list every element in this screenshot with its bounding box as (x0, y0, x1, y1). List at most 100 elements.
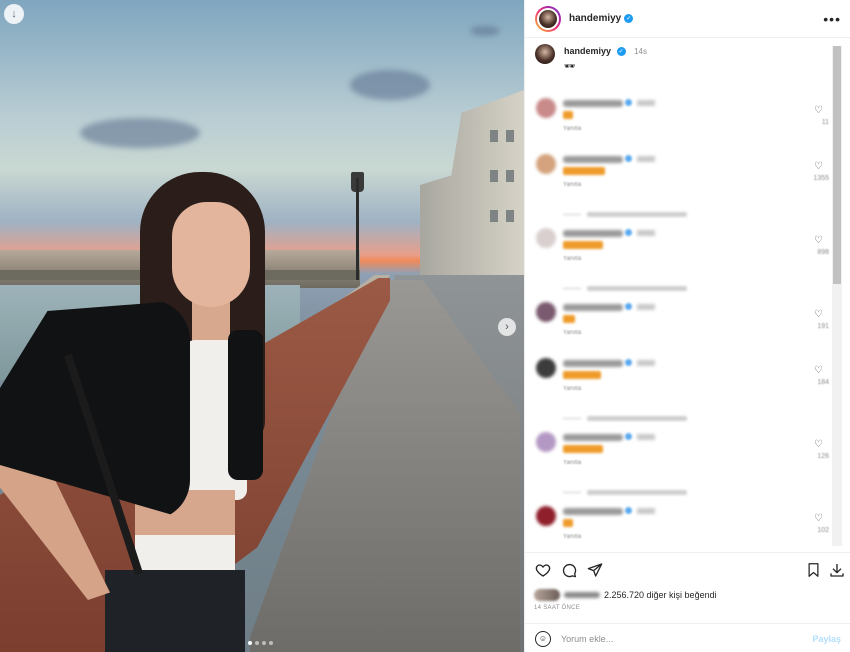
download-icon[interactable] (828, 561, 846, 579)
bookmark-icon[interactable] (804, 561, 822, 579)
caption: handemiyy ✓ 14s 🕶 (535, 44, 647, 73)
verified-badge-icon: ✓ (616, 47, 626, 57)
comment-likes: 1355 (813, 175, 829, 182)
cloud (470, 26, 500, 36)
comment-item: Yanıtla ♡ 126 (535, 430, 830, 480)
caption-text: 🕶 (564, 61, 576, 71)
comment-time-blurred (637, 508, 655, 514)
verified-badge-icon: ✓ (624, 14, 634, 23)
post-actions: 2.256.720 diğer kişi beğendi 14 SAAT ÖNC… (525, 552, 850, 652)
verified-badge-icon (625, 303, 632, 310)
comment-username-blurred[interactable] (563, 100, 623, 107)
comment-username-blurred[interactable] (563, 156, 623, 163)
lamp-post (356, 178, 359, 280)
comment-time-blurred (637, 304, 655, 310)
caption-time: 14s (634, 47, 647, 56)
comment-username-blurred[interactable] (563, 508, 623, 515)
action-icons (534, 561, 850, 581)
more-options-icon[interactable]: ••• (823, 11, 841, 27)
carousel-dot[interactable] (269, 641, 273, 645)
avatar[interactable] (535, 5, 561, 32)
comment-avatar[interactable] (536, 302, 556, 322)
view-replies-blurred[interactable] (563, 488, 703, 496)
comment-item: Yanıtla ♡ 184 (535, 356, 830, 406)
post-photo[interactable]: ↓ › (0, 0, 524, 652)
verified-badge-icon (625, 99, 632, 106)
carousel-dots (248, 641, 273, 645)
verified-badge-icon (625, 507, 632, 514)
buildings (420, 90, 524, 280)
comment-item: Yanıtla ♡ 11 (535, 96, 830, 146)
comment-text-blurred (563, 519, 573, 527)
person-jeans (105, 570, 245, 652)
comment-item: Yanıtla ♡ 191 (535, 300, 830, 350)
comment-likes: 102 (817, 527, 829, 534)
post-header: handemiyy ✓ ••• (525, 0, 850, 38)
likes-summary[interactable]: 2.256.720 diğer kişi beğendi (534, 589, 717, 601)
likes-count[interactable]: 2.256.720 diğer kişi beğendi (604, 590, 717, 600)
comment-heart-icon[interactable]: ♡ (814, 439, 823, 450)
paper-plane-icon[interactable] (586, 561, 604, 579)
comment-likes: 191 (817, 323, 829, 330)
comment-avatar[interactable] (536, 506, 556, 526)
caption-avatar[interactable] (535, 44, 555, 64)
comment-username-blurred[interactable] (563, 360, 623, 367)
verified-badge-icon (625, 155, 632, 162)
verified-badge-icon (625, 359, 632, 366)
verified-badge-icon (625, 229, 632, 236)
carousel-dot[interactable] (248, 641, 252, 645)
reply-button[interactable]: Yanıtla (563, 330, 581, 336)
heart-icon[interactable] (534, 561, 552, 579)
comment-text-blurred (563, 111, 573, 119)
carousel-dot[interactable] (255, 641, 259, 645)
view-replies-blurred[interactable] (563, 284, 703, 292)
comment-input[interactable] (561, 633, 791, 644)
reply-button[interactable]: Yanıtla (563, 256, 581, 262)
caption-username[interactable]: handemiyy (564, 46, 611, 56)
comment-heart-icon[interactable]: ♡ (814, 513, 823, 524)
comment-avatar[interactable] (536, 228, 556, 248)
comment-likes: 126 (817, 453, 829, 460)
header-username[interactable]: handemiyy (569, 13, 621, 24)
liker-avatars (534, 589, 560, 601)
reply-button[interactable]: Yanıtla (563, 386, 581, 392)
post-comment-button[interactable]: Paylaş (812, 634, 841, 644)
smiley-icon[interactable]: ☺ (535, 630, 551, 647)
comment-avatar[interactable] (536, 154, 556, 174)
comment-heart-icon[interactable]: ♡ (814, 161, 823, 172)
chevron-right-icon[interactable]: › (498, 318, 516, 336)
comment-likes: 184 (817, 379, 829, 386)
reply-button[interactable]: Yanıtla (563, 126, 581, 132)
comment-heart-icon[interactable]: ♡ (814, 365, 823, 376)
comment-avatar[interactable] (536, 358, 556, 378)
comment-text-blurred (563, 371, 601, 379)
download-arrow-icon[interactable]: ↓ (4, 4, 24, 24)
scrollbar-thumb[interactable] (833, 46, 841, 284)
comment-item: Yanıtla ♡ 102 (535, 504, 830, 554)
comment-username-blurred[interactable] (563, 434, 623, 441)
comment-avatar[interactable] (536, 432, 556, 452)
comment-text-blurred (563, 167, 605, 175)
comment-text-blurred (563, 315, 575, 323)
comment-time-blurred (637, 434, 655, 440)
comment-bubble-icon[interactable] (560, 561, 578, 579)
comment-heart-icon[interactable]: ♡ (814, 105, 823, 116)
person-jacket-right (228, 330, 263, 480)
comment-likes: 898 (817, 249, 829, 256)
reply-button[interactable]: Yanıtla (563, 534, 581, 540)
comment-heart-icon[interactable]: ♡ (814, 309, 823, 320)
reply-button[interactable]: Yanıtla (563, 460, 581, 466)
comment-time-blurred (637, 230, 655, 236)
cloud (350, 70, 430, 100)
view-replies-blurred[interactable] (563, 210, 703, 218)
comment-heart-icon[interactable]: ♡ (814, 235, 823, 246)
comment-item: Yanıtla ♡ 898 (535, 226, 830, 276)
comment-username-blurred[interactable] (563, 304, 623, 311)
comments-scrollbar[interactable] (832, 46, 842, 546)
comment-avatar[interactable] (536, 98, 556, 118)
comment-time-blurred (637, 156, 655, 162)
view-replies-blurred[interactable] (563, 414, 703, 422)
carousel-dot[interactable] (262, 641, 266, 645)
reply-button[interactable]: Yanıtla (563, 182, 581, 188)
comment-username-blurred[interactable] (563, 230, 623, 237)
